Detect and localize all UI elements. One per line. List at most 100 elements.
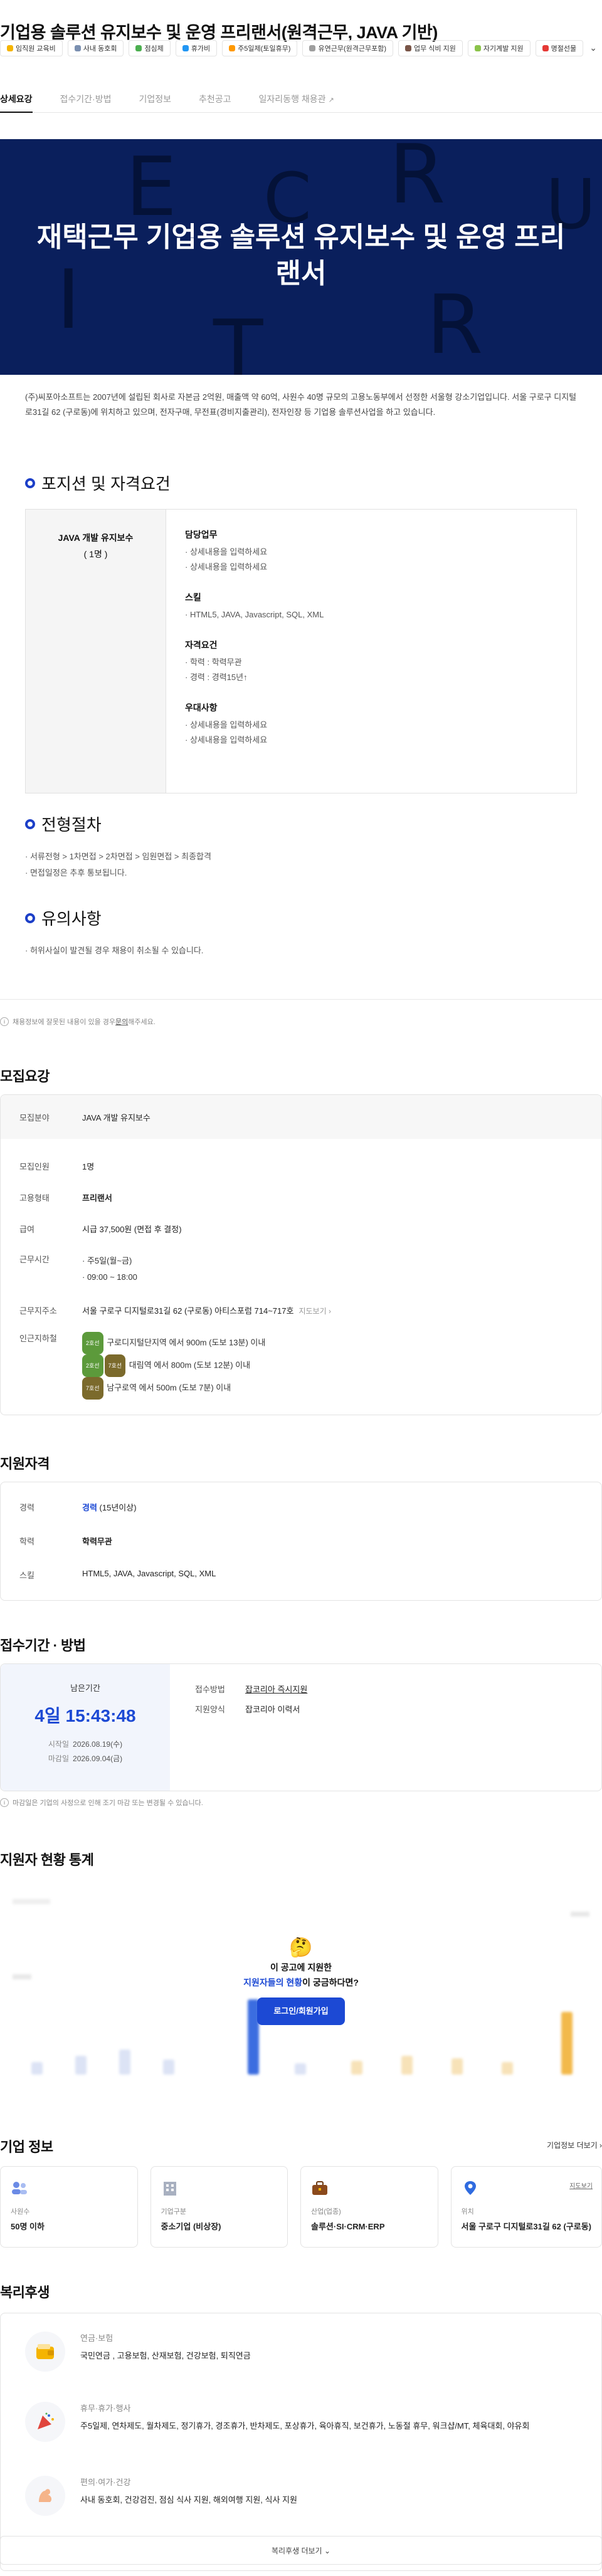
list-item: · 09:00 ~ 18:00: [82, 1272, 137, 1282]
circle-bullet-icon: [25, 819, 35, 829]
preference-group: 우대사항 · 상세내용을 입력하세요 · 상세내용을 입력하세요: [185, 701, 324, 748]
list-item: · 상세내용을 입력하세요: [185, 735, 268, 745]
welfare-item: 휴무·휴가·행사 주5일제, 연차제도, 월차제도, 정기휴가, 경조휴가, 반…: [25, 2402, 594, 2442]
note-tail: 해주세요.: [128, 1018, 156, 1026]
divider: [0, 999, 602, 1000]
section-title: 유의사항: [41, 909, 102, 928]
list-item: · 서류전형 > 1차면접 > 2차면접 > 임원면접 > 최종합격: [25, 852, 211, 861]
company-cards: 사원수 50명 이하 기업구분 중소기업 (비상장) 산업(업종) 솔루션·SI…: [0, 2166, 602, 2248]
welfare-desc: 사내 동호회, 건강검진, 점심 식사 지원, 해외여행 지원, 식사 지원: [80, 2495, 297, 2505]
blurred-bar: [401, 2056, 413, 2075]
chip-icon: [405, 45, 412, 51]
qual-card: 경력 경력 (15년이상) 학력 학력무관 스킬 HTML5, JAVA, Javas…: [0, 1482, 602, 1601]
recruit-heading: 모집요강: [0, 1069, 50, 1084]
company-more-link[interactable]: 기업정보 더보기 ›: [547, 2140, 602, 2150]
tab-job-fair[interactable]: 일자리동행 채용관 ↗: [259, 88, 334, 113]
note-text: 마감일은 기업의 사정으로 인해 조기 마감 또는 변경될 수 있습니다.: [13, 1799, 203, 1807]
position-table: JAVA 개발 유지보수 ( 1명 ) 담당업무 · 상세내용을 입력하세요 ·…: [25, 509, 577, 793]
chip-icon: [309, 45, 316, 51]
people-icon: [12, 2182, 27, 2194]
blurred-bar: [561, 2012, 573, 2075]
card-value: 서울 구로구 디지털로31길 62 (구로동): [461, 2222, 592, 2231]
company-card: 지도보기 위치 서울 구로구 디지털로31길 62 (구로동): [450, 2166, 602, 2248]
stats-heading: 지원자 현황 통계: [0, 1852, 94, 1868]
welfare-title: 연금·보험: [80, 2333, 114, 2343]
form-row: 지원양식 잡코리아 이력서: [195, 1705, 300, 1714]
card-label: 산업(업종): [311, 2208, 341, 2216]
section-position-heading: 포지션 및 자격요건: [25, 471, 171, 495]
pay-row: 급여 시급 37,500원 (면접 후 결정): [19, 1225, 182, 1234]
welfare-text: 휴무·휴가·행사 주5일제, 연차제도, 월차제도, 정기휴가, 경조휴가, 반…: [80, 2402, 594, 2442]
card-value: 중소기업 (비상장): [161, 2222, 221, 2231]
chip: 유연근무(원격근무포함): [302, 40, 394, 56]
circle-bullet-icon: [25, 913, 35, 923]
apply-card: 남은기간 4일 15:43:48 시작일 2026.08.19(수) 마감일 202…: [0, 1663, 602, 1791]
position-name: JAVA 개발 유지보수: [58, 533, 134, 543]
muscle-icon: [25, 2476, 65, 2516]
tab-company[interactable]: 기업정보: [139, 88, 171, 113]
chip-icon: [474, 45, 481, 51]
section-process-heading: 전형절차: [25, 812, 102, 835]
company-intro: (주)씨포아소프트는 2007년에 설립된 회사로 자본금 2억원, 매출액 약…: [25, 392, 577, 417]
benefit-chips: 임직원 교육비 사내 동호회 점심제 휴가비 주5일제(토일휴무) 유연근무(원…: [0, 40, 602, 59]
apply-note: i 마감일은 기업의 사정으로 인해 조기 마감 또는 변경될 수 있습니다.: [0, 1798, 203, 1808]
skill-group: 스킬 · HTML5, JAVA, Javascript, SQL, XML: [185, 591, 324, 622]
chevron-down-icon[interactable]: ⌄: [586, 43, 597, 53]
hero-banner: E R C U I T R 재택근무 기업용 솔루션 유지보수 및 운영 프리랜…: [0, 139, 602, 375]
list-item: · 상세내용을 입력하세요: [185, 562, 268, 572]
tab-detail[interactable]: 상세요강: [0, 88, 33, 113]
chip-icon: [229, 45, 236, 51]
edu-row: 학력 학력무관: [19, 1537, 112, 1546]
thinking-face-icon: 🤔: [289, 1937, 313, 1958]
welfare-desc: 주5일제, 연차제도, 월차제도, 정기휴가, 경조휴가, 반차제도, 포상휴가…: [80, 2421, 530, 2431]
chip: 사내 동호회: [67, 40, 124, 56]
tab-job-fair-label: 일자리동행 채용관: [258, 94, 326, 104]
welfare-more-button[interactable]: 복리후생 더보기 ⌄: [0, 2536, 602, 2565]
group-title: 담당업무: [185, 530, 218, 540]
report-link[interactable]: 문의: [115, 1017, 128, 1027]
section-title: 포지션 및 자격요건: [41, 474, 171, 493]
company-card: 기업구분 중소기업 (비상장): [150, 2166, 288, 2248]
party-icon: [25, 2402, 65, 2442]
chip-icon: [7, 45, 13, 51]
position-details: 담당업무 · 상세내용을 입력하세요 · 상세내용을 입력하세요 스킬 · HT…: [166, 510, 342, 793]
external-link-icon: ↗: [328, 97, 334, 104]
address-row: 근무지주소 서울 구로구 디지털로31길 62 (구로동) 아티스포럼 714~…: [19, 1306, 331, 1316]
company-card: 산업(업종) 솔루션·SI·CRM·ERP: [300, 2166, 438, 2248]
card-label: 위치: [461, 2208, 474, 2216]
info-icon: i: [0, 1798, 9, 1807]
circle-bullet-icon: [25, 478, 35, 488]
welfare-desc: 국민연금 , 고용보험, 산재보험, 건강보험, 퇴직연금: [80, 2351, 251, 2360]
chip: 자기계발 지원: [467, 40, 531, 56]
map-link[interactable]: 지도보기 ›: [298, 1307, 331, 1316]
welfare-text: 편의·여가·건강 사내 동호회, 건강검진, 점심 식사 지원, 해외여행 지원…: [80, 2476, 594, 2516]
hero-bg-letter: R: [389, 139, 446, 222]
apply-method-link[interactable]: 잡코리아 즉시지원: [245, 1683, 307, 1695]
company-card: 사원수 50명 이하: [0, 2166, 138, 2248]
blurred-bar: [502, 2062, 513, 2075]
tab-recommended[interactable]: 추천공고: [199, 88, 231, 113]
station-item: 2호선 7호선 대림역 에서 800m (도보 12분) 이내: [82, 1354, 265, 1377]
time-row: 근무시간 · 주5일(월~금) · 09:00 ~ 18:00: [19, 1253, 137, 1285]
tab-apply-period[interactable]: 접수기간·방법: [60, 88, 112, 113]
remaining-label: 남은기간: [70, 1683, 100, 1693]
deadline-panel: 남은기간 4일 15:43:48 시작일 2026.08.19(수) 마감일 202…: [1, 1664, 170, 1791]
map-link[interactable]: 지도보기: [569, 2181, 593, 2190]
list-item: · 주5일(월~금): [82, 1256, 132, 1265]
chip: 주5일제(토일휴무): [222, 40, 298, 56]
station-item: 2호선 구로디지털단지역 에서 900m (도보 13분) 이내: [82, 1332, 265, 1354]
welfare-item: 연금·보험 국민연금 , 고용보험, 산재보험, 건강보험, 퇴직연금: [25, 2332, 594, 2372]
company-heading: 기업 정보: [0, 2139, 53, 2155]
blurred-label: [571, 1912, 589, 1917]
login-button[interactable]: 로그인/회원가입: [257, 1997, 345, 2025]
end-date: 마감일 2026.09.04(금): [48, 1754, 123, 1763]
requirement-group: 자격요건 · 학력 : 학력무관 · 경력 : 경력15년↑: [185, 639, 324, 685]
skill-row: 스킬 HTML5, JAVA, Javascript, SQL, XML: [19, 1569, 216, 1580]
list-item: · 경력 : 경력15년↑: [185, 673, 248, 682]
blurred-bar: [295, 2063, 306, 2075]
welfare-title: 휴무·휴가·행사: [80, 2404, 131, 2413]
career-row: 경력 경력 (15년이상): [19, 1503, 137, 1512]
method-row: 접수방법 잡코리아 즉시지원: [195, 1683, 307, 1695]
list-item: · 허위사실이 발견될 경우 채용이 취소될 수 있습니다.: [25, 946, 204, 955]
position-count: ( 1명 ): [83, 549, 108, 559]
